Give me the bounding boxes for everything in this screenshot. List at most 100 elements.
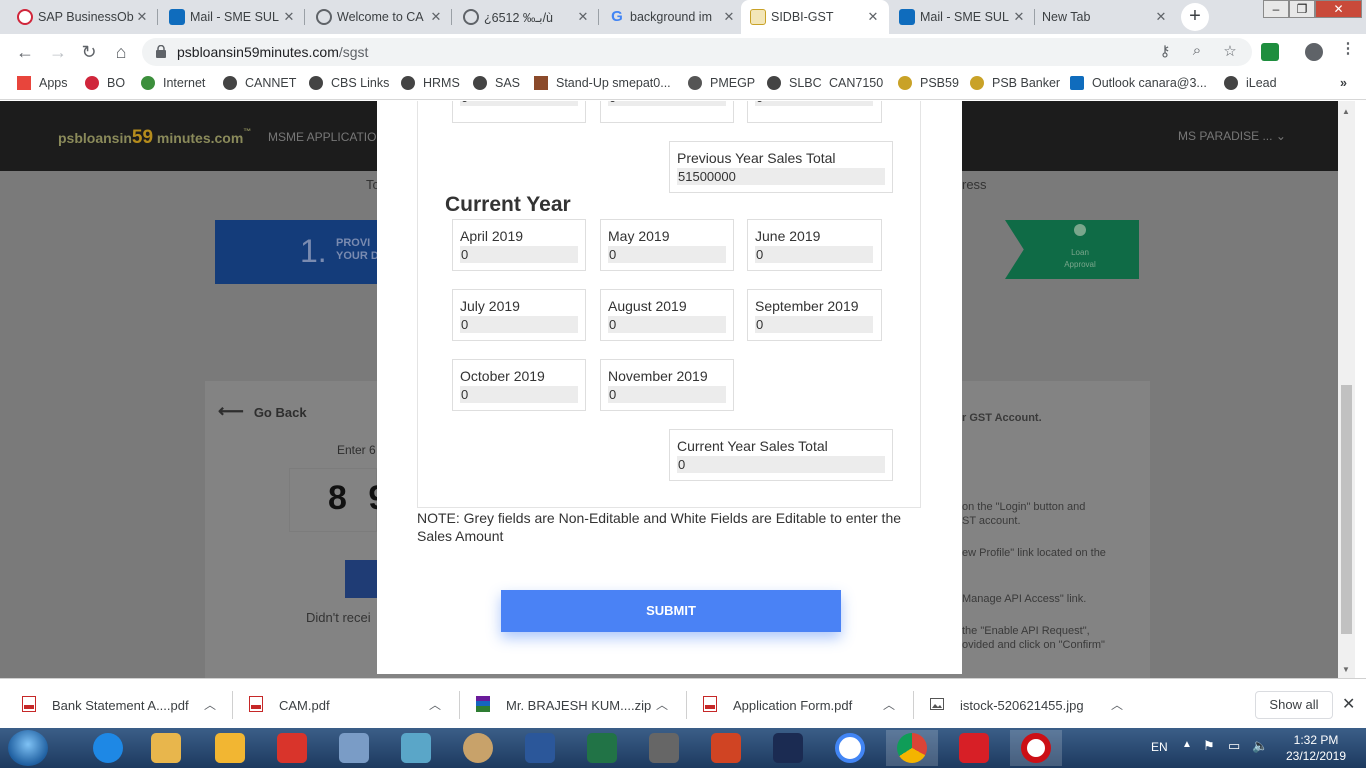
bookmark-item[interactable]: iLead	[1224, 76, 1277, 90]
chrome-icon[interactable]	[886, 730, 938, 766]
bookmark-item[interactable]: PMEGP	[688, 76, 755, 90]
bookmark-item[interactable]: PSB59	[898, 76, 959, 90]
browser-tab[interactable]: Welcome to CA ✕	[307, 0, 452, 34]
browser-tab[interactable]: SAP BusinessOb ✕	[8, 0, 158, 34]
bookmark-item[interactable]: SAS	[473, 76, 520, 90]
close-icon[interactable]: ✕	[1153, 9, 1169, 25]
nav-msme-application[interactable]: MSME APPLICATION	[268, 130, 385, 144]
show-hidden-icons-icon[interactable]: ▲	[1182, 739, 1192, 750]
chevron-up-icon[interactable]: ︿	[429, 696, 441, 713]
more-bookmarks-chevron-icon[interactable]: »	[1340, 76, 1347, 90]
graduation-app-icon[interactable]	[638, 730, 690, 766]
reload-icon[interactable]: ↻	[78, 41, 100, 63]
scrollbar-thumb[interactable]	[1341, 385, 1352, 634]
scroll-up-arrow-icon[interactable]: ▲	[1342, 107, 1350, 116]
zoom-icon[interactable]: ⌕	[1187, 42, 1207, 59]
browser-tab[interactable]: Mail - SME SUL ✕	[160, 0, 305, 34]
bookmark-item[interactable]: CANNET	[223, 76, 296, 90]
start-button[interactable]	[8, 730, 48, 766]
bookmark-item[interactable]: Internet	[141, 76, 205, 90]
forward-arrow-icon[interactable]: →	[47, 41, 69, 63]
browser-tab[interactable]: New Tab ✕	[1012, 0, 1177, 34]
opera-icon[interactable]	[1010, 730, 1062, 766]
site-logo[interactable]: psbloansin59 minutes.com™	[58, 127, 251, 149]
acrobat-icon[interactable]	[948, 730, 1000, 766]
pdf-icon	[22, 696, 36, 712]
minimize-button[interactable]: –	[1263, 0, 1289, 18]
browser-tab[interactable]: G background im ✕	[600, 0, 745, 34]
profile-avatar-icon[interactable]	[1305, 43, 1323, 61]
download-item[interactable]: Bank Statement A....pdf ︿	[22, 679, 233, 729]
bookmark-item[interactable]: Stand-Up smepat0...	[534, 76, 671, 90]
restore-button[interactable]: ❐	[1289, 0, 1315, 18]
flag-icon[interactable]: ⚑	[1203, 738, 1215, 754]
file-explorer-icon[interactable]	[140, 730, 192, 766]
bookmark-item[interactable]: CAN7150	[829, 76, 883, 90]
download-item[interactable]: Application Form.pdf ︿	[703, 679, 914, 729]
close-icon[interactable]: ✕	[1342, 694, 1355, 714]
back-arrow-icon[interactable]: ←	[14, 41, 36, 63]
google-icon[interactable]	[824, 730, 876, 766]
bookmark-item[interactable]: PSB Banker	[970, 76, 1060, 90]
resend-otp-text[interactable]: Didn't recei	[306, 610, 371, 625]
bookmark-item[interactable]: Apps	[17, 76, 68, 90]
browser-tab-active[interactable]: SIDBI-GST ✕	[741, 0, 889, 34]
bookmark-item[interactable]: HRMS	[401, 76, 460, 90]
prev-month-field: 0	[747, 101, 882, 123]
key-icon[interactable]: ⚷	[1155, 42, 1175, 60]
outlook-express-icon[interactable]	[204, 730, 256, 766]
browser-tab[interactable]: ¿بـ‰ 6512/ù ✕	[454, 0, 599, 34]
field-value: 0	[608, 246, 726, 263]
bookmark-item[interactable]: BO	[85, 76, 125, 90]
zip-icon	[476, 696, 490, 712]
sticky-app-icon[interactable]	[390, 730, 442, 766]
close-icon[interactable]: ✕	[721, 9, 737, 25]
paint-app-icon[interactable]	[266, 730, 318, 766]
chevron-up-icon[interactable]: ︿	[883, 696, 895, 713]
volume-icon[interactable]: 🔈	[1252, 738, 1268, 754]
window-close-button[interactable]: ✕	[1315, 0, 1362, 18]
language-indicator[interactable]: EN	[1151, 740, 1168, 754]
download-item[interactable]: CAM.pdf ︿	[249, 679, 460, 729]
download-item[interactable]: Mr. BRAJESH KUM....zip ︿	[476, 679, 687, 729]
download-item[interactable]: istock-520621455.jpg ︿	[930, 679, 1140, 729]
user-menu[interactable]: MS PARADISE ... ⌄	[1178, 129, 1286, 143]
check-icon	[1074, 224, 1086, 236]
bookmark-item[interactable]: SLBC	[767, 76, 822, 90]
page-scrollbar[interactable]: ▲ ▼	[1338, 101, 1355, 678]
vnc-icon[interactable]	[762, 730, 814, 766]
month-field-august: August 2019 0	[600, 289, 734, 341]
address-bar[interactable]: psbloansin59minutes.com/sgst ⚷ ⌕ ☆	[142, 38, 1252, 66]
powerpoint-icon[interactable]	[700, 730, 752, 766]
tab-title: Welcome to CA	[337, 10, 424, 24]
system-clock[interactable]: 1:32 PM 23/12/2019	[1276, 732, 1356, 764]
word-icon[interactable]	[514, 730, 566, 766]
field-value: 0	[755, 101, 873, 106]
close-icon[interactable]: ✕	[281, 9, 297, 25]
show-all-downloads-button[interactable]: Show all	[1255, 691, 1333, 719]
internet-explorer-icon[interactable]	[82, 730, 134, 766]
scroll-down-arrow-icon[interactable]: ▼	[1342, 665, 1350, 674]
close-icon[interactable]: ✕	[134, 9, 150, 25]
home-icon[interactable]: ⌂	[110, 41, 132, 63]
excel-icon[interactable]	[576, 730, 628, 766]
new-tab-button[interactable]: +	[1181, 3, 1209, 31]
close-icon[interactable]: ✕	[865, 9, 881, 25]
chevron-up-icon[interactable]: ︿	[656, 696, 668, 713]
close-icon[interactable]: ✕	[428, 9, 444, 25]
network-icon[interactable]: ▭	[1228, 738, 1240, 754]
verify-button[interactable]	[345, 560, 377, 598]
bookmark-item[interactable]: Outlook canara@3...	[1070, 76, 1207, 90]
close-icon[interactable]: ✕	[575, 9, 591, 25]
extension-icon[interactable]	[1261, 43, 1279, 61]
bookmark-item[interactable]: CBS Links	[309, 76, 389, 90]
go-back-link[interactable]: ⟵ Go Back	[218, 401, 307, 422]
chevron-up-icon[interactable]: ︿	[204, 696, 216, 713]
field-label: April 2019	[460, 228, 524, 244]
notepad-icon[interactable]	[328, 730, 380, 766]
chevron-up-icon[interactable]: ︿	[1111, 696, 1123, 713]
star-icon[interactable]: ☆	[1220, 42, 1240, 60]
submit-button[interactable]: SUBMIT	[501, 590, 841, 632]
menu-kebab-icon[interactable]: ⋮	[1338, 39, 1358, 57]
paint-palette-icon[interactable]	[452, 730, 504, 766]
